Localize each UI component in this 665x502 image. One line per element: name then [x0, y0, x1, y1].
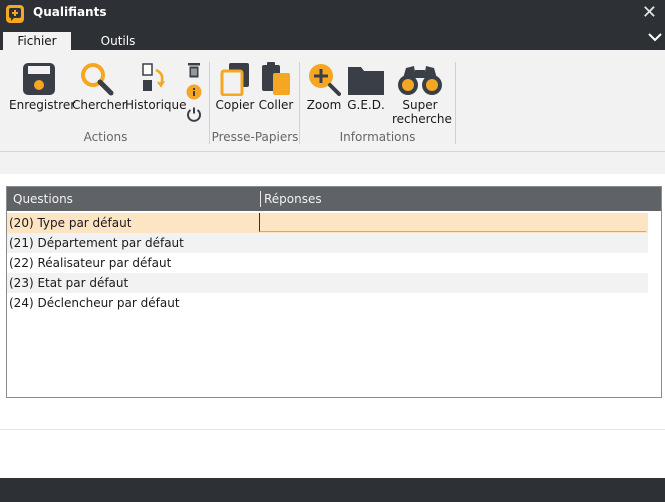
magnifier-icon — [81, 63, 114, 96]
grid-header: Questions Réponses — [7, 187, 661, 211]
trash-icon[interactable] — [187, 62, 201, 78]
zoom-button[interactable]: Zoom — [306, 62, 342, 112]
history-icon — [142, 63, 165, 91]
app-logo-icon — [6, 5, 24, 23]
column-header-questions[interactable]: Questions — [13, 192, 73, 206]
paste-button[interactable]: Coller — [257, 62, 295, 112]
qualifiers-grid: Questions Réponses (20) Type par défaut … — [6, 186, 662, 398]
question-cell: (23) Etat par défaut — [9, 276, 129, 290]
divider — [0, 429, 665, 430]
paste-icon — [262, 62, 290, 95]
floppy-icon — [23, 63, 55, 95]
info-icon[interactable] — [186, 84, 202, 100]
ged-button[interactable]: G.E.D. — [345, 62, 387, 112]
history-button[interactable]: Historique — [125, 62, 187, 112]
group-label-informations: Informations — [339, 130, 416, 144]
table-row[interactable]: (22) Réalisateur par défaut — [7, 253, 648, 273]
question-cell: (20) Type par défaut — [9, 216, 132, 230]
paste-label: Coller — [258, 98, 294, 112]
table-row[interactable]: (23) Etat par défaut — [7, 273, 648, 293]
zoom-in-icon — [309, 64, 341, 96]
answer-input[interactable] — [259, 213, 646, 232]
copy-label: Copier — [215, 98, 255, 112]
table-row[interactable]: (21) Département par défaut — [7, 233, 648, 253]
search-label: Chercher — [72, 98, 127, 112]
ribbon-separator — [455, 62, 456, 144]
ged-label: G.E.D. — [347, 98, 385, 112]
toolbar-band — [0, 152, 665, 174]
history-label: Historique — [125, 98, 187, 112]
group-label-clipboard: Presse-Papiers — [211, 130, 299, 144]
question-cell: (22) Réalisateur par défaut — [9, 256, 172, 270]
table-row[interactable]: (24) Déclencheur par défaut — [7, 293, 648, 313]
question-cell: (24) Déclencheur par défaut — [9, 296, 180, 310]
question-cell: (21) Département par défaut — [9, 236, 184, 250]
column-header-answers[interactable]: Réponses — [264, 192, 322, 206]
binoculars-icon — [398, 66, 442, 95]
copy-button[interactable]: Copier — [215, 62, 255, 112]
folder-icon — [348, 67, 384, 95]
tab-fichier[interactable]: Fichier — [3, 32, 71, 50]
save-button[interactable]: Enregistrer — [9, 62, 76, 112]
table-row[interactable]: (20) Type par défaut — [7, 213, 648, 233]
super-search-label-2: recherche — [392, 112, 452, 126]
column-resize-handle[interactable] — [260, 191, 261, 207]
search-button[interactable]: Chercher — [72, 62, 127, 112]
save-label: Enregistrer — [9, 98, 76, 112]
super-search-label-1: Super — [402, 98, 438, 112]
close-icon[interactable]: ✕ — [642, 2, 657, 23]
ribbon-tabs: Fichier Outils — [0, 27, 665, 50]
super-search-button[interactable]: Super recherche — [392, 62, 452, 126]
window-title: Qualifiants — [33, 5, 107, 19]
zoom-label: Zoom — [306, 98, 342, 112]
tab-outils[interactable]: Outils — [88, 32, 148, 50]
status-bar — [0, 478, 665, 502]
ribbon: Enregistrer Chercher Historique Actions — [0, 50, 665, 152]
copy-icon — [220, 63, 249, 96]
title-bar: Qualifiants ✕ — [0, 0, 665, 27]
group-label-actions: Actions — [83, 130, 128, 144]
power-icon[interactable] — [186, 106, 202, 122]
chevron-down-icon[interactable] — [648, 30, 662, 44]
